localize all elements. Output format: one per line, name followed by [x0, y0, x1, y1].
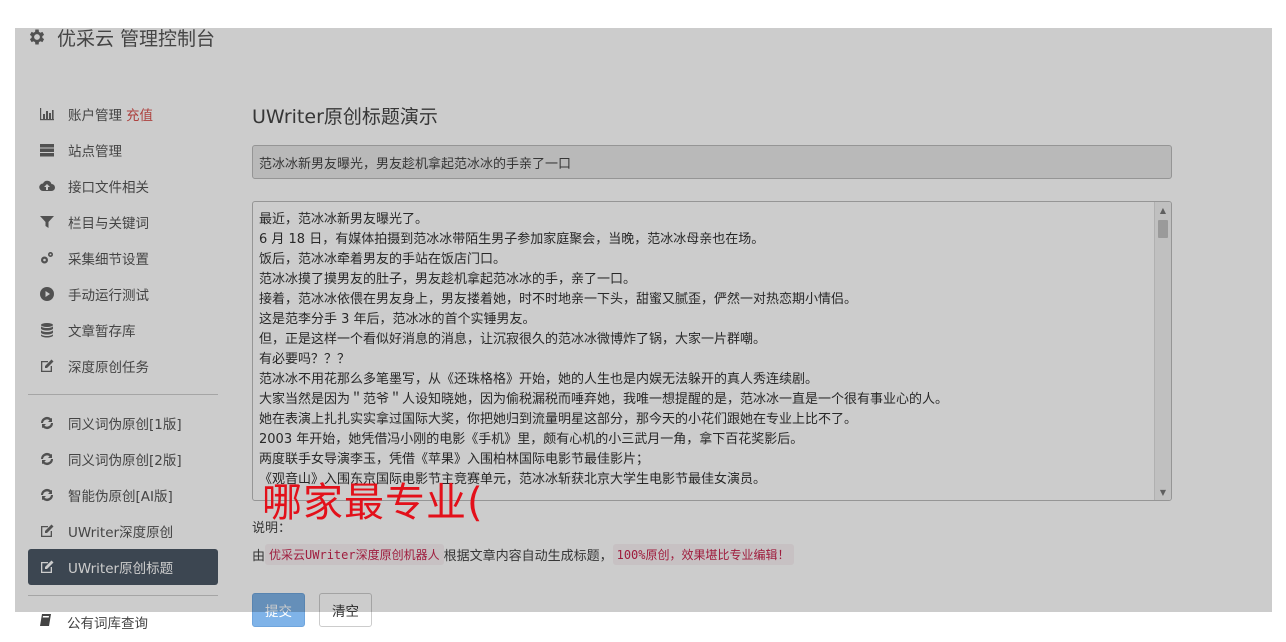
- refresh-icon: [38, 486, 56, 504]
- note-code-original: 100%原创，效果堪比专业编辑！: [612, 544, 794, 565]
- sidebar-item-article-store[interactable]: 文章暂存库: [28, 312, 218, 348]
- sidebar-item-label: 接口文件相关: [68, 180, 149, 196]
- sidebar-item-label: UWriter深度原创: [68, 525, 174, 541]
- article-line: 这是范李分手 3 年后，范冰冰的首个实锤男友。: [259, 312, 536, 327]
- sidebar-item-label: 采集细节设置: [68, 252, 149, 268]
- sidebar-divider: [28, 595, 218, 596]
- sidebar-item-manual-run[interactable]: 手动运行测试: [28, 276, 218, 312]
- article-scrollbar[interactable]: ▲ ▼: [1154, 202, 1171, 500]
- cloud-upload-icon: [38, 177, 56, 195]
- article-line: 6 月 18 日，有媒体拍摄到范冰冰带陌生男子参加家庭聚会，当晚，范冰冰母亲也在…: [259, 232, 765, 247]
- sidebar-item-label: 同义词伪原创[2版]: [68, 453, 182, 469]
- sidebar-item-synonym-v2[interactable]: 同义词伪原创[2版]: [28, 441, 218, 477]
- article-line: 范冰冰不用花那么多笔墨写，从《还珠格格》开始，她的人生也是内娱无法躲开的真人秀连…: [259, 372, 819, 387]
- sidebar-item-label: 同义词伪原创[1版]: [68, 417, 182, 433]
- server-icon: [38, 141, 56, 159]
- edit-icon: [38, 522, 56, 540]
- edit-icon: [38, 357, 56, 375]
- article-line: 大家当然是因为＂范爷＂人设知晓她，因为偷税漏税而唾弃她，我唯一想提醒的是，范冰冰…: [259, 392, 949, 407]
- gear-icon: [29, 29, 45, 45]
- submit-button[interactable]: 提交: [252, 593, 305, 627]
- sidebar-item-collect-settings[interactable]: 采集细节设置: [28, 240, 218, 276]
- article-line: 有必要吗？？？: [259, 352, 351, 367]
- clear-button[interactable]: 清空: [319, 593, 372, 627]
- sidebar-item-label: 公有词库查询: [67, 616, 148, 632]
- sidebar-item-label: 智能伪原创[AI版]: [68, 489, 173, 505]
- brand-title: 优采云 管理控制台: [57, 27, 216, 50]
- book-icon: [39, 612, 67, 632]
- sidebar-item-uwriter-title[interactable]: UWriter原创标题: [28, 549, 218, 585]
- sidebar-item-deep-original-task[interactable]: 深度原创任务: [28, 348, 218, 384]
- note-code-robot: 优采云UWriter深度原创机器人: [265, 544, 444, 565]
- cogs-icon: [38, 249, 56, 267]
- edit-icon: [38, 558, 56, 576]
- sidebar-item-sites[interactable]: 站点管理: [28, 132, 218, 168]
- sidebar: 账户管理 充值 站点管理 接口文件相关 栏目与关键词 采集细节设置 手动运行测试…: [28, 96, 218, 606]
- sidebar-item-public-dictionary[interactable]: 公有词库查询: [39, 612, 148, 632]
- article-line: 两度联手女导演李玉，凭借《苹果》入围柏林国际电影节最佳影片；: [259, 452, 650, 467]
- recharge-link[interactable]: 充值: [126, 104, 153, 124]
- bar-chart-icon: [38, 105, 56, 123]
- sidebar-item-ai-rewrite[interactable]: 智能伪原创[AI版]: [28, 477, 218, 513]
- page: 优采云 管理控制台 账户管理 充值 站点管理 接口文件相关 栏目与关键词 采集细…: [15, 6, 1272, 642]
- database-icon: [38, 321, 56, 339]
- article-line: 最近，范冰冰新男友曝光了。: [259, 212, 429, 227]
- note-mid: 根据文章内容自动生成标题，: [443, 549, 613, 564]
- article-textarea[interactable]: 最近，范冰冰新男友曝光了。 6 月 18 日，有媒体拍摄到范冰冰带陌生男子参加家庭…: [252, 201, 1172, 501]
- sidebar-item-interface-files[interactable]: 接口文件相关: [28, 168, 218, 204]
- sidebar-item-synonym-v1[interactable]: 同义词伪原创[1版]: [28, 405, 218, 441]
- article-line: 接着，范冰冰依偎在男友身上，男友搂着她，时不时地亲一下头，甜蜜又腻歪，俨然一对热…: [259, 292, 858, 307]
- sidebar-item-label: 文章暂存库: [68, 324, 136, 340]
- article-line: 2003 年开始，她凭借冯小刚的电影《手机》里，颇有心机的小三武月一角，拿下百花…: [259, 432, 804, 447]
- sidebar-item-label: 手动运行测试: [68, 288, 149, 304]
- main-content: UWriter原创标题演示 最近，范冰冰新男友曝光了。 6 月 18 日，有媒体拍…: [252, 102, 1172, 627]
- note-prefix: 由: [252, 549, 266, 564]
- play-circle-icon: [38, 285, 56, 303]
- button-group: 提交 清空: [252, 593, 1172, 627]
- header: 优采云 管理控制台: [15, 6, 1272, 68]
- scroll-thumb[interactable]: [1158, 220, 1168, 238]
- article-line: 但，正是这样一个看似好消息的消息，让沉寂很久的范冰冰微博炸了锅，大家一片群嘲。: [259, 332, 767, 347]
- sidebar-item-label: UWriter原创标题: [68, 561, 174, 577]
- sidebar-item-label: 栏目与关键词: [68, 216, 149, 232]
- sidebar-item-account[interactable]: 账户管理 充值: [28, 96, 218, 132]
- article-text: 最近，范冰冰新男友曝光了。 6 月 18 日，有媒体拍摄到范冰冰带陌生男子参加家庭…: [253, 202, 1171, 490]
- article-line: 饭后，范冰冰牵着男友的手站在饭店门口。: [259, 252, 507, 267]
- article-line: 她在表演上扎扎实实拿过国际大奖，你把她归到流量明星这部分，那今天的小花们跟她在专…: [259, 412, 858, 427]
- refresh-icon: [38, 450, 56, 468]
- page-title: UWriter原创标题演示: [252, 106, 438, 128]
- watermark-text: 哪家最专业(: [262, 480, 484, 526]
- filter-icon: [38, 213, 56, 231]
- sidebar-item-uwriter-deep[interactable]: UWriter深度原创: [28, 513, 218, 549]
- scroll-up-arrow-icon[interactable]: ▲: [1155, 202, 1171, 218]
- sidebar-item-label: 账户管理: [68, 108, 122, 124]
- sidebar-item-label: 深度原创任务: [68, 360, 149, 376]
- note-text: 由 优采云UWriter深度原创机器人 根据文章内容自动生成标题， 100%原创…: [252, 544, 1172, 565]
- sidebar-item-label: 站点管理: [68, 144, 122, 160]
- refresh-icon: [38, 414, 56, 432]
- scroll-down-arrow-icon[interactable]: ▼: [1155, 484, 1171, 500]
- sidebar-item-keywords[interactable]: 栏目与关键词: [28, 204, 218, 240]
- title-input[interactable]: [252, 145, 1172, 179]
- article-line: 范冰冰摸了摸男友的肚子，男友趁机拿起范冰冰的手，亲了一口。: [259, 272, 637, 287]
- sidebar-divider: [28, 394, 218, 395]
